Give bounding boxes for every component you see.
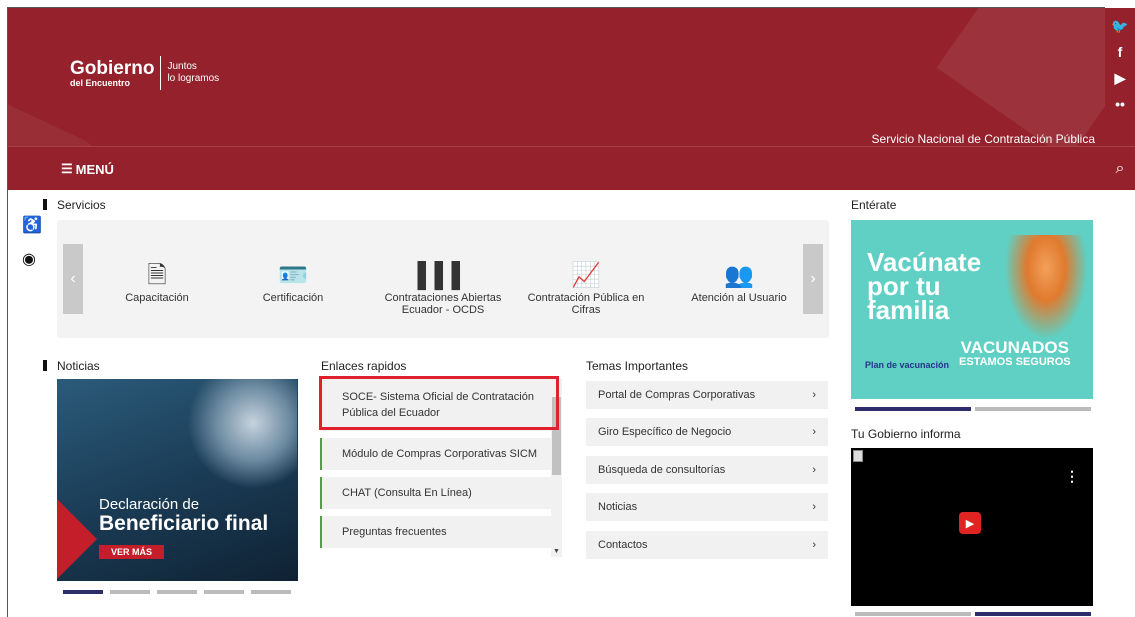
news-banner[interactable]: Declaración de Beneficiario final VER MÁ… (57, 379, 298, 581)
service-label: Contratación Pública en Cifras (527, 292, 645, 316)
logo-sub: del Encuentro (70, 77, 131, 88)
accessibility-bar: ♿ ◉ (22, 215, 42, 269)
logo-tag-1: Juntos (167, 61, 197, 72)
quick-link-faq[interactable]: Preguntas frecuentes (320, 516, 551, 548)
menu-button[interactable]: ☰ MENÚ (61, 161, 114, 177)
youtube-icon[interactable]: ▶ (1112, 70, 1128, 86)
social-bar: 🐦 f ▶ •• (1105, 8, 1135, 146)
logo-main: Gobierno (70, 57, 155, 79)
header-decoration (8, 87, 118, 146)
carousel-prev-button[interactable]: ‹ (63, 244, 83, 314)
topic-label: Contactos (598, 539, 648, 551)
menu-bar: ☰ MENÚ (8, 146, 1105, 190)
ad-slogan-2: ESTAMOS SEGUROS (959, 356, 1071, 368)
service-label: Atención al Usuario (691, 292, 787, 304)
pagination-dot[interactable] (157, 590, 197, 594)
service-certificacion[interactable]: 🪪 Certificación (223, 242, 363, 305)
carousel-next-button[interactable]: › (803, 244, 823, 314)
more-options-icon[interactable]: ⋮ (1065, 468, 1079, 485)
chevron-right-icon: › (812, 426, 816, 438)
section-enlaces: Enlaces rapidos (321, 359, 407, 373)
pagination-dot[interactable] (975, 407, 1091, 411)
pagination-dot[interactable] (63, 590, 103, 594)
pagination-dot[interactable] (204, 590, 244, 594)
section-noticias: Noticias (43, 359, 100, 373)
accessibility-icon[interactable]: ♿ (22, 215, 42, 235)
topic-label: Noticias (598, 501, 638, 513)
topic-label: Giro Específico de Negocio (598, 426, 732, 438)
document-icon: 🗎 (147, 262, 167, 289)
banner-accent (57, 499, 97, 579)
line-chart-icon: 📈 (571, 262, 601, 289)
service-label: Certificación (262, 292, 324, 304)
id-card-icon: 🪪 (278, 262, 308, 289)
service-label: Contrataciones Abiertas Ecuador - OCDS (384, 292, 502, 316)
ad-pagination (855, 407, 1091, 411)
pagination-dot[interactable] (975, 612, 1091, 616)
ad-slogan: VACUNADOS ESTAMOS SEGUROS (959, 338, 1071, 370)
section-servicios: Servicios (43, 198, 106, 212)
bar-chart-icon: ▌▌▌ (417, 262, 469, 289)
institution-name: Servicio Nacional de Contratación Públic… (871, 132, 1095, 146)
search-icon[interactable]: ⌕ (1105, 146, 1135, 190)
site-header: Gobierno del Encuentro Juntos lo logramo… (8, 8, 1105, 146)
topic-contactos[interactable]: Contactos › (586, 531, 828, 559)
section-temas: Temas Importantes (586, 359, 689, 373)
banner-graphic (187, 379, 297, 489)
banner-illustration (1001, 235, 1091, 345)
logo-tag-2: lo logramos (167, 73, 220, 84)
pagination-dot[interactable] (110, 590, 150, 594)
news-title-2: Beneficiario final (99, 512, 269, 535)
pagination-dot[interactable] (251, 590, 291, 594)
chevron-right-icon: › (812, 501, 816, 513)
service-ocds[interactable]: ▌▌▌ Contrataciones Abiertas Ecuador - OC… (373, 242, 513, 317)
section-enterate: Entérate (851, 198, 897, 212)
gobierno-logo[interactable]: Gobierno del Encuentro Juntos lo logramo… (70, 56, 219, 90)
highlight-box (319, 376, 559, 430)
section-tu-gobierno: Tu Gobierno informa (851, 427, 961, 441)
vaccination-banner[interactable]: Vacúnate por tu familia VACUNADOS ESTAMO… (851, 220, 1093, 399)
news-title-1: Declaración de (99, 496, 200, 513)
video-player[interactable]: ⋮ ▶ (851, 448, 1093, 606)
scroll-down-icon[interactable]: ▼ (553, 548, 560, 555)
chevron-right-icon: › (812, 464, 816, 476)
ad-slogan-1: VACUNADOS (960, 338, 1069, 357)
users-icon: 👥 (724, 262, 754, 289)
facebook-icon[interactable]: f (1112, 44, 1128, 60)
news-pagination (63, 590, 291, 594)
ad-headline: Vacúnate por tu familia (867, 247, 982, 325)
hamburger-icon: ☰ (61, 161, 73, 176)
topic-noticias[interactable]: Noticias › (586, 493, 828, 521)
video-pagination (855, 612, 1091, 616)
topic-label: Búsqueda de consultorías (598, 464, 726, 476)
ver-mas-button[interactable]: VER MÁS (99, 545, 165, 559)
service-atencion[interactable]: 👥 Atención al Usuario (669, 242, 809, 305)
eye-icon[interactable]: ◉ (22, 249, 42, 269)
topic-portal-compras[interactable]: Portal de Compras Corporativas › (586, 381, 828, 409)
topic-consultorias[interactable]: Búsqueda de consultorías › (586, 456, 828, 484)
broken-image-icon (853, 450, 863, 462)
quick-link-sicm[interactable]: Módulo de Compras Corporativas SICM (320, 438, 551, 470)
topic-giro-especifico[interactable]: Giro Específico de Negocio › (586, 418, 828, 446)
ad-plan: Plan de vacunación (865, 360, 950, 370)
pagination-dot[interactable] (855, 407, 971, 411)
logo-separator (160, 56, 162, 90)
service-capacitacion[interactable]: 🗎 Capacitación (87, 242, 227, 305)
chevron-right-icon: › (812, 389, 816, 401)
service-label: Capacitación (125, 292, 189, 304)
service-cifras[interactable]: 📈 Contratación Pública en Cifras (516, 242, 656, 317)
pagination-dot[interactable] (855, 612, 971, 616)
flickr-icon[interactable]: •• (1112, 96, 1128, 112)
twitter-icon[interactable]: 🐦 (1111, 18, 1128, 34)
services-carousel: ‹ 🗎 Capacitación 🪪 Certificación ▌▌▌ Con… (57, 220, 829, 338)
topic-label: Portal de Compras Corporativas (598, 389, 756, 401)
quick-link-chat[interactable]: CHAT (Consulta En Línea) (320, 477, 551, 509)
chevron-right-icon: › (812, 539, 816, 551)
menu-label: MENÚ (75, 161, 114, 177)
header-decoration (936, 8, 1105, 146)
play-icon[interactable]: ▶ (959, 512, 981, 534)
